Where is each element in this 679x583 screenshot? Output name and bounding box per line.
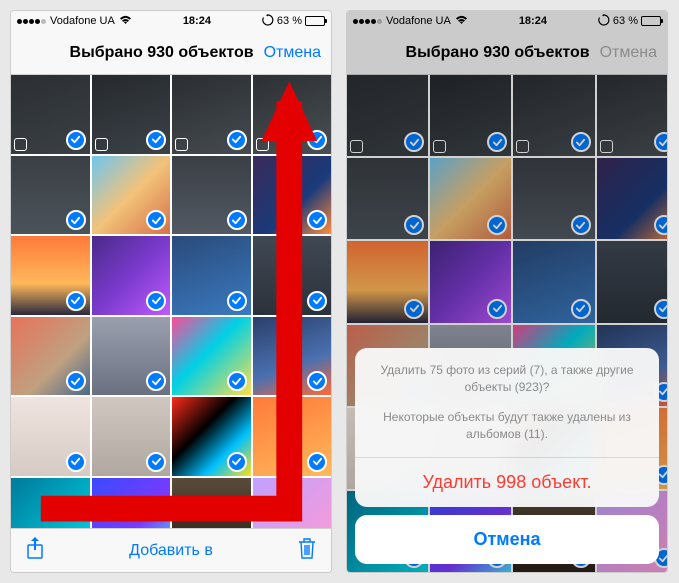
selection-check-icon xyxy=(307,452,327,472)
selection-check-icon xyxy=(66,291,86,311)
selection-check-icon xyxy=(307,371,327,391)
photo-thumbnail[interactable] xyxy=(92,317,171,396)
battery-pct-label: 63 % xyxy=(277,15,302,27)
share-icon[interactable] xyxy=(25,536,45,565)
selection-check-icon xyxy=(146,371,166,391)
photo-thumbnail[interactable] xyxy=(92,236,171,315)
signal-icon xyxy=(17,19,46,24)
selection-check-icon xyxy=(227,371,247,391)
photo-thumbnail[interactable] xyxy=(253,236,332,315)
photo-grid[interactable] xyxy=(11,75,331,528)
photo-thumbnail[interactable] xyxy=(253,317,332,396)
sync-icon xyxy=(262,14,274,29)
selection-check-icon xyxy=(227,210,247,230)
photo-thumbnail[interactable] xyxy=(11,478,90,529)
action-sheet-backdrop[interactable]: Удалить 75 фото из серий (7), а также др… xyxy=(347,11,667,572)
nav-title: Выбрано 930 объектов xyxy=(70,44,254,62)
clock-label: 18:24 xyxy=(183,15,211,27)
burst-icon xyxy=(256,138,269,151)
selection-check-icon xyxy=(66,130,86,150)
photo-thumbnail[interactable] xyxy=(11,156,90,235)
photo-thumbnail[interactable] xyxy=(172,75,251,154)
sheet-message-2: Некоторые объекты будут также удалены из… xyxy=(355,409,659,457)
photo-thumbnail[interactable] xyxy=(172,156,251,235)
photo-thumbnail[interactable] xyxy=(172,478,251,529)
photo-thumbnail[interactable] xyxy=(92,156,171,235)
selection-check-icon xyxy=(66,452,86,472)
sheet-cancel-button[interactable]: Отмена xyxy=(355,515,659,564)
delete-button[interactable]: Удалить 998 объект. xyxy=(355,458,659,507)
cancel-button[interactable]: Отмена xyxy=(264,44,321,62)
battery-icon xyxy=(305,16,325,26)
selection-check-icon xyxy=(146,452,166,472)
action-sheet-group: Удалить 75 фото из серий (7), а также др… xyxy=(355,348,659,507)
selection-check-icon xyxy=(66,210,86,230)
phone-left: Vodafone UA 18:24 63 % Выбрано 930 объек… xyxy=(10,10,332,573)
selection-check-icon xyxy=(66,371,86,391)
selection-check-icon xyxy=(146,210,166,230)
photo-thumbnail[interactable] xyxy=(253,75,332,154)
photo-thumbnail[interactable] xyxy=(11,75,90,154)
photo-thumbnail[interactable] xyxy=(253,478,332,529)
photo-thumbnail[interactable] xyxy=(253,397,332,476)
selection-check-icon xyxy=(307,291,327,311)
selection-check-icon xyxy=(227,291,247,311)
photo-thumbnail[interactable] xyxy=(172,397,251,476)
selection-check-icon xyxy=(146,291,166,311)
photo-thumbnail[interactable] xyxy=(172,317,251,396)
selection-check-icon xyxy=(146,130,166,150)
photo-thumbnail[interactable] xyxy=(11,397,90,476)
toolbar: Добавить в xyxy=(11,528,331,572)
burst-icon xyxy=(14,138,27,151)
carrier-label: Vodafone UA xyxy=(50,15,115,27)
photo-thumbnail[interactable] xyxy=(11,317,90,396)
burst-icon xyxy=(95,138,108,151)
photo-thumbnail[interactable] xyxy=(11,236,90,315)
nav-header: Выбрано 930 объектов Отмена xyxy=(11,31,331,75)
photo-thumbnail[interactable] xyxy=(92,397,171,476)
burst-icon xyxy=(175,138,188,151)
status-bar: Vodafone UA 18:24 63 % xyxy=(11,11,331,31)
photo-thumbnail[interactable] xyxy=(172,236,251,315)
trash-icon[interactable] xyxy=(297,536,317,565)
selection-check-icon xyxy=(227,452,247,472)
sheet-message-1: Удалить 75 фото из серий (7), а также др… xyxy=(355,348,659,410)
selection-check-icon xyxy=(227,130,247,150)
selection-check-icon xyxy=(307,210,327,230)
selection-check-icon xyxy=(307,130,327,150)
add-to-button[interactable]: Добавить в xyxy=(129,542,213,560)
photo-thumbnail[interactable] xyxy=(92,478,171,529)
phone-right: Vodafone UA 18:24 63 % Выбрано 930 объек… xyxy=(346,10,668,573)
photo-thumbnail[interactable] xyxy=(253,156,332,235)
wifi-icon xyxy=(119,15,132,28)
photo-thumbnail[interactable] xyxy=(92,75,171,154)
